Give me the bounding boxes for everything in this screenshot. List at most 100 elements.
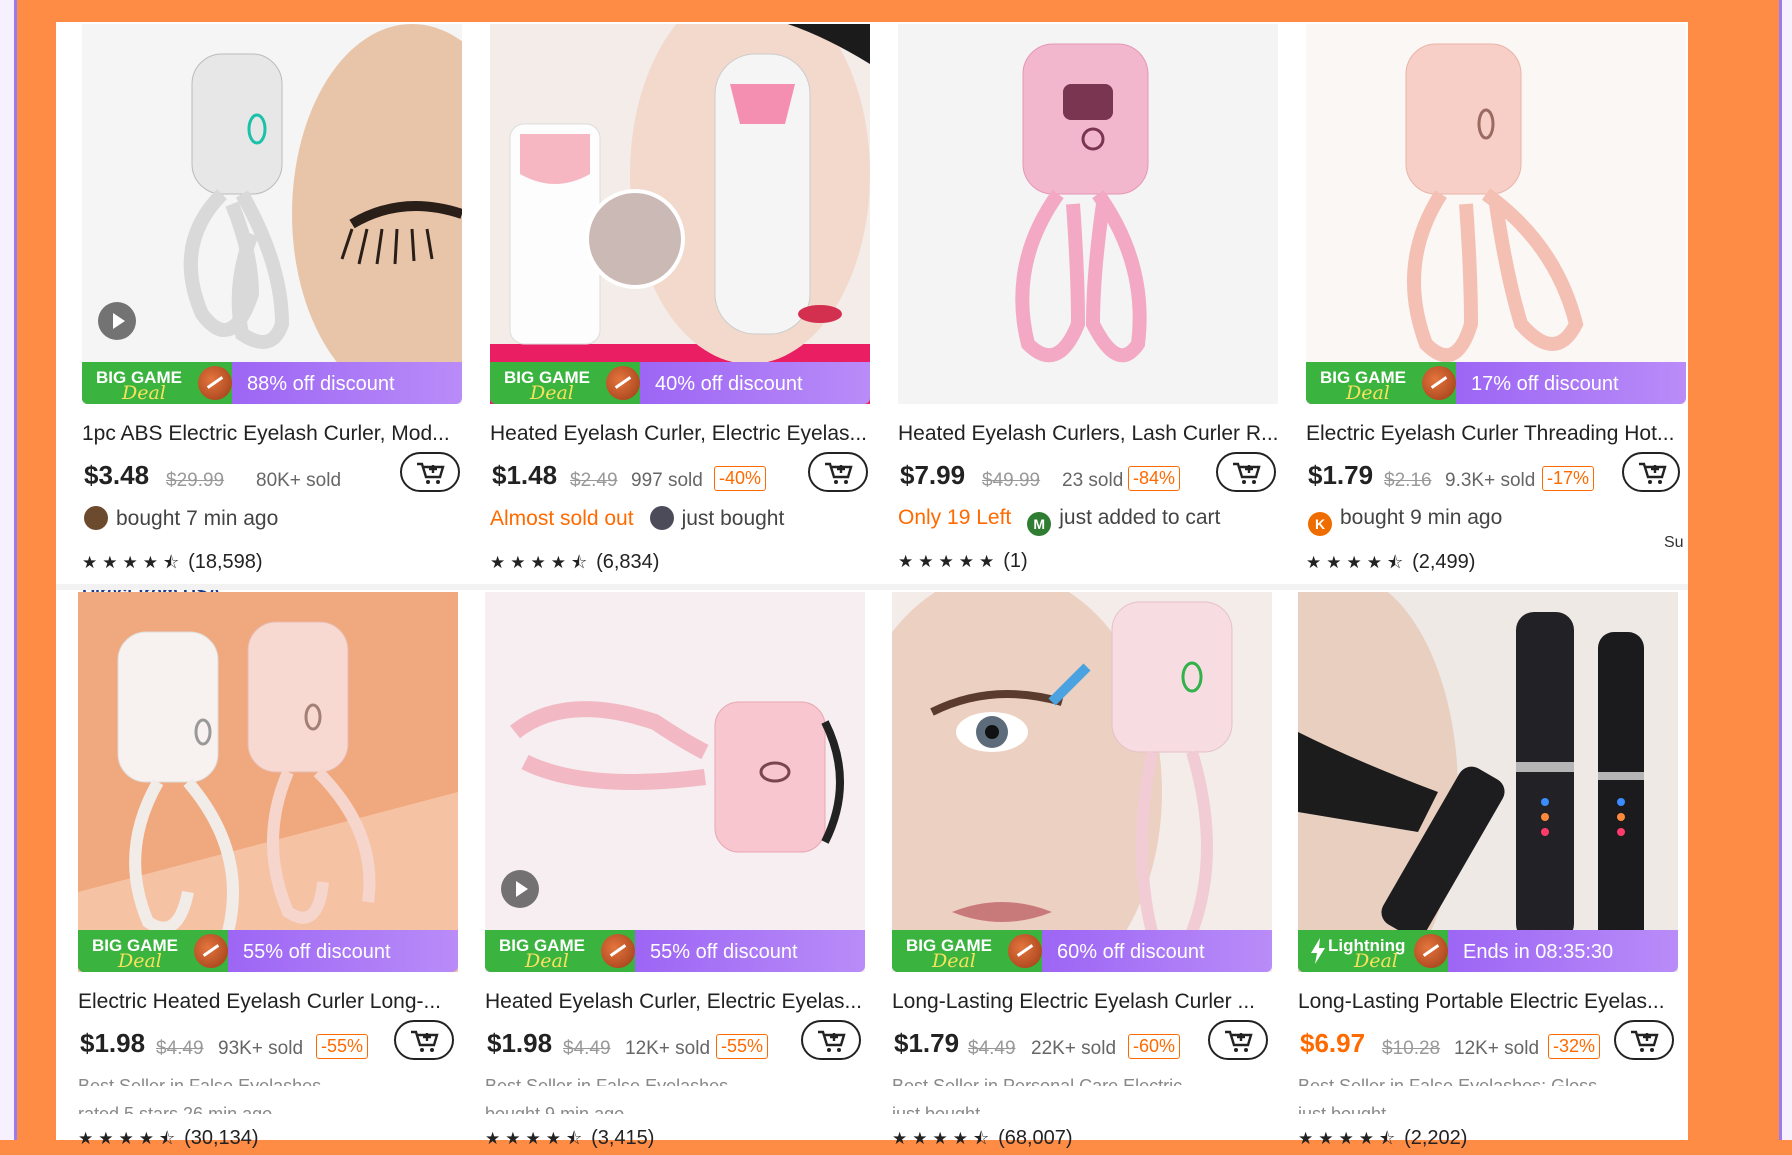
left-window-edge <box>0 0 17 1140</box>
star-rating-icon: ★★★★⯪ <box>1306 553 1409 572</box>
stock-warning: Only 19 Left <box>898 506 1012 529</box>
original-price: $4.49 <box>968 1038 1016 1059</box>
product-image[interactable] <box>892 592 1272 972</box>
add-to-cart-button[interactable] <box>400 452 460 492</box>
product-card[interactable]: BIG GAME Deal 17% off discount Electric … <box>1306 24 1686 584</box>
football-icon <box>601 934 635 968</box>
product-image[interactable] <box>1306 24 1686 404</box>
star-rating-icon: ★★★★⯪ <box>892 1129 995 1148</box>
product-title[interactable]: Electric Heated Eyelash Curler Long-... <box>78 990 458 1014</box>
badge-line2: Deal <box>530 382 574 404</box>
sold-count: 12K+ sold <box>1454 1038 1540 1059</box>
product-title[interactable]: Heated Eyelash Curlers, Lash Curler R... <box>898 422 1279 446</box>
football-icon <box>194 934 228 968</box>
sold-count: 23 sold <box>1062 470 1124 491</box>
discount-text: 55% off discount <box>650 941 798 963</box>
discount-percent-badge: -60% <box>1128 1034 1181 1059</box>
deal-banner: Lightning Deal Ends in 08:35:30 <box>1298 930 1678 972</box>
star-rating-icon: ★★★★⯪ <box>82 553 185 572</box>
add-to-cart-button[interactable] <box>1216 452 1276 492</box>
review-count: (6,834) <box>596 551 660 573</box>
side-panel-tab[interactable]: Su <box>1656 492 1688 572</box>
buyer-avatar: K <box>1308 512 1332 536</box>
add-to-cart-button[interactable] <box>801 1020 861 1060</box>
price: $7.99 <box>900 460 966 490</box>
price: $1.48 <box>492 460 558 490</box>
sold-count: 93K+ sold <box>218 1038 304 1059</box>
price: $1.98 <box>80 1028 146 1058</box>
original-price: $10.28 <box>1382 1038 1441 1059</box>
product-card[interactable]: BIG GAME Deal 55% off discount Heated Ey… <box>485 592 865 1152</box>
product-title[interactable]: Heated Eyelash Curler, Electric Eyelas..… <box>485 990 865 1014</box>
video-play-icon[interactable] <box>98 302 136 340</box>
football-icon <box>1008 934 1042 968</box>
review-count: (18,598) <box>188 551 263 573</box>
activity-line: bought 7 min ago <box>82 506 278 531</box>
product-card[interactable]: BIG GAME Deal 60% off discount Long-Last… <box>892 592 1272 1152</box>
review-count: (2,202) <box>1404 1127 1468 1149</box>
rating: ★★★★⯪ (30,134) <box>78 1126 259 1155</box>
product-image[interactable] <box>898 24 1278 404</box>
activity-line: bought 9 min ago <box>485 1104 625 1114</box>
activity-line: Kbought 9 min ago <box>1306 506 1502 536</box>
lightning-icon <box>1311 938 1325 964</box>
product-title[interactable]: Heated Eyelash Curler, Electric Eyelas..… <box>490 422 870 446</box>
deal-banner: BIG GAME Deal 17% off discount <box>1306 362 1686 404</box>
original-price: $4.49 <box>563 1038 611 1059</box>
product-title[interactable]: Long-Lasting Electric Eyelash Curler ... <box>892 990 1272 1014</box>
activity-line: just bought <box>892 1104 981 1114</box>
sold-count: 12K+ sold <box>625 1038 711 1059</box>
product-image[interactable] <box>78 592 458 972</box>
product-grid: BIG GAME Deal 88% off discount 1pc ABS E… <box>56 22 1688 1149</box>
deal-banner: BIG GAME Deal 55% off discount <box>78 930 458 972</box>
add-to-cart-button[interactable] <box>1614 1020 1674 1060</box>
original-price: $4.49 <box>156 1038 204 1059</box>
deal-banner: BIG GAME Deal 55% off discount <box>485 930 865 972</box>
cart-plus-icon <box>1233 462 1261 484</box>
best-seller-line: Best Seller in Personal Care Electric <box>892 1076 1183 1086</box>
add-to-cart-button[interactable] <box>808 452 868 492</box>
product-card[interactable]: Heated Eyelash Curlers, Lash Curler R...… <box>898 24 1279 584</box>
countdown-text: Ends in 08:35:30 <box>1463 941 1614 963</box>
sold-count: 9.3K+ sold <box>1445 470 1536 491</box>
badge-line2: Deal <box>932 950 976 972</box>
review-count: (3,415) <box>591 1127 655 1149</box>
activity-text: just bought <box>681 507 785 530</box>
star-rating-icon: ★★★★⯪ <box>1298 1129 1401 1148</box>
product-card[interactable]: Lightning Deal Ends in 08:35:30 Long-Las… <box>1298 592 1678 1152</box>
product-image[interactable] <box>485 592 865 972</box>
best-seller-line: Best Seller in False Eyelashes <box>485 1076 729 1086</box>
discount-text: 60% off discount <box>1057 941 1205 963</box>
product-image[interactable] <box>82 24 462 404</box>
football-icon <box>1422 366 1456 400</box>
best-seller-line: Best Seller in False Eyelashes <box>78 1076 322 1086</box>
football-icon <box>198 366 232 400</box>
product-card[interactable]: BIG GAME Deal 40% off discount Heated Ey… <box>490 24 870 584</box>
product-title[interactable]: 1pc ABS Electric Eyelash Curler, Mod... <box>82 422 462 446</box>
badge-line2: Deal <box>525 950 569 972</box>
deal-banner: BIG GAME Deal 88% off discount <box>82 362 462 404</box>
football-icon <box>1414 934 1448 968</box>
price: $1.79 <box>894 1028 960 1058</box>
product-image[interactable] <box>490 24 870 404</box>
rating: ★★★★⯪ (3,415) <box>485 1126 654 1155</box>
product-card[interactable]: BIG GAME Deal 88% off discount 1pc ABS E… <box>82 24 462 592</box>
add-to-cart-button[interactable] <box>1622 452 1680 492</box>
star-rating-icon: ★★★★⯪ <box>78 1129 181 1148</box>
rating: ★★★★⯪ (2,202) <box>1298 1126 1467 1155</box>
product-title[interactable]: Long-Lasting Portable Electric Eyelas... <box>1298 990 1678 1014</box>
activity-text: bought 7 min ago <box>116 507 279 530</box>
product-image[interactable] <box>1298 592 1678 972</box>
activity-line: rated 5 stars 26 min ago <box>78 1104 273 1114</box>
best-seller-line: Best Seller in False Eyelashes: Gloss <box>1298 1076 1598 1086</box>
add-to-cart-button[interactable] <box>394 1020 454 1060</box>
discount-percent-badge: -17% <box>1542 466 1595 491</box>
product-title[interactable]: Electric Eyelash Curler Threading Hot... <box>1306 422 1686 446</box>
video-play-icon[interactable] <box>501 870 539 908</box>
product-card[interactable]: BIG GAME Deal 55% off discount Electric … <box>78 592 458 1152</box>
row-divider <box>56 584 1688 590</box>
add-to-cart-button[interactable] <box>1208 1020 1268 1060</box>
activity-line: Almost sold out just bought <box>490 506 784 531</box>
discount-text: 40% off discount <box>655 373 803 395</box>
original-price: $29.99 <box>166 470 225 491</box>
